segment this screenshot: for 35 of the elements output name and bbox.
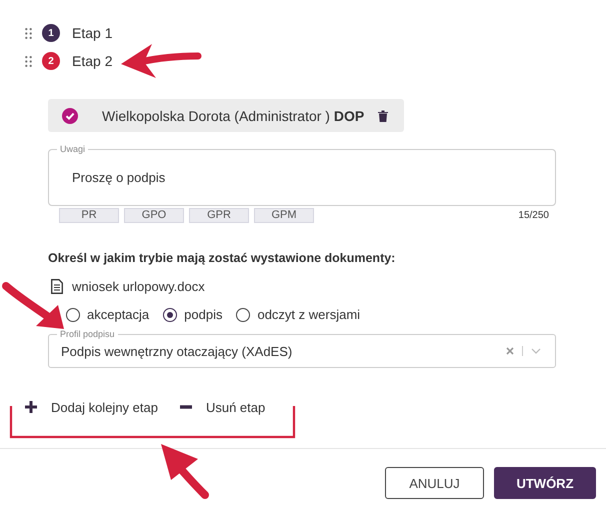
document-name: wniosek urlopowy.docx [72,279,205,294]
document-icon [51,279,63,294]
approver-name: Wielkopolska Dorota (Administrator ) DOP [102,108,366,124]
stage-number: 2 [42,52,60,70]
trash-icon[interactable] [378,110,388,122]
character-counter: 15/250 [518,210,549,221]
stage-label[interactable]: Etap 2 [72,53,112,69]
stage-label[interactable]: Etap 1 [72,25,112,41]
remove-stage-button[interactable]: Usuń etap [180,398,266,416]
annotation-arrow [2,282,64,329]
minus-icon [180,405,192,409]
field-label: Uwagi [57,143,88,155]
radio-circle[interactable] [163,308,178,322]
radio-circle[interactable] [236,308,250,322]
tag-button[interactable]: GPR [189,208,249,223]
mode-heading: Określ w jakim trybie mają zostać wystawione dokumenty: [48,251,396,265]
add-stage-button[interactable]: Dodaj kolejny etap [25,398,158,416]
tag-button[interactable]: PR [59,208,119,223]
radio-circle[interactable] [66,308,80,322]
drag-handle-icon[interactable] [25,28,32,38]
clear-icon[interactable] [506,347,514,355]
mode-radio[interactable]: odczyt z wersjami [236,307,360,322]
plus-icon [25,401,37,413]
field-label: Profil podpisu [57,328,118,340]
tag-button[interactable]: GPM [254,208,314,223]
stage-number: 1 [42,24,60,42]
field-value: Proszę o podpis [72,170,166,185]
mode-radio[interactable]: akceptacja [66,307,150,322]
cancel-button[interactable]: ANULUJ [385,467,484,499]
tag-button[interactable]: GPO [124,208,184,223]
field-value: Podpis wewnętrzny otaczający (XAdES) [61,344,294,358]
create-button[interactable]: UTWÓRZ [494,467,596,499]
annotation-arrow [161,444,209,499]
drag-handle-icon[interactable] [25,56,32,66]
mode-radio[interactable]: podpis [163,307,222,322]
